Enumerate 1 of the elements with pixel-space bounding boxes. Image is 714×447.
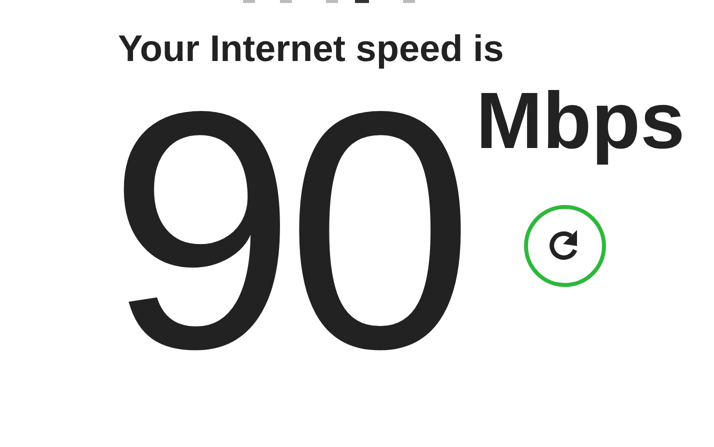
reload-button[interactable]	[524, 205, 606, 287]
